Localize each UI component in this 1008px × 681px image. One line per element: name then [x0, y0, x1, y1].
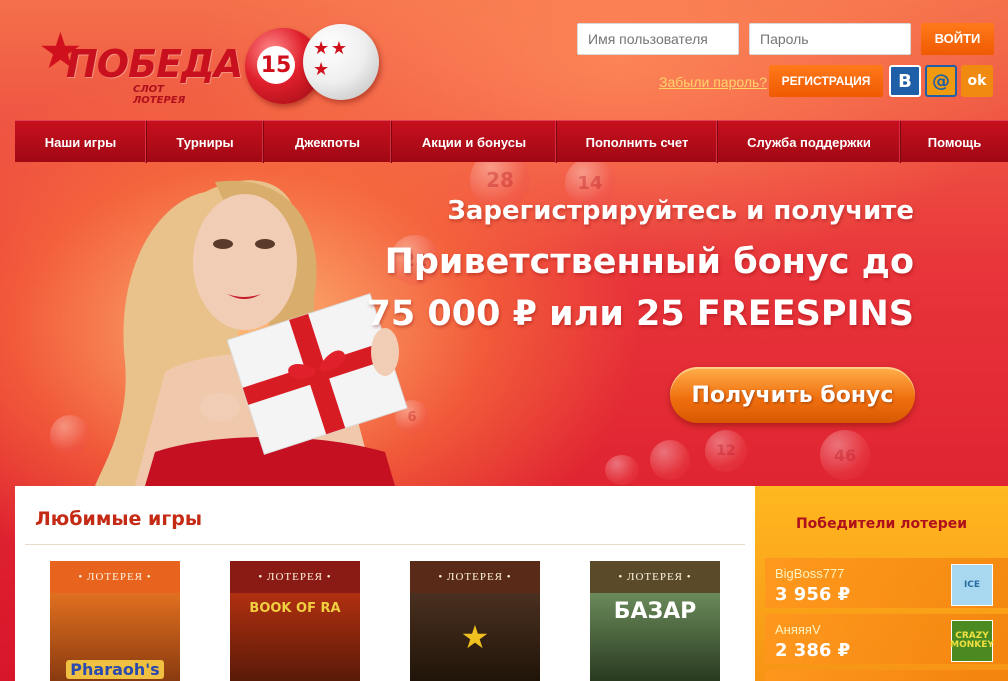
background-ball: 46	[820, 430, 870, 480]
game-thumbnail: Pharaoh's	[50, 593, 180, 681]
game-thumbnail: БАЗАР	[590, 593, 720, 681]
game-name: BOOK OF RA	[249, 601, 341, 616]
divider	[25, 544, 745, 545]
game-card[interactable]: • Лотерея • БАЗАР	[590, 561, 720, 681]
game-card[interactable]: • Лотерея • Pharaoh's	[50, 561, 180, 681]
lottery-winners-panel: Победители лотереи BigBoss777 3 956 ₽ IC…	[755, 486, 1008, 681]
main-nav: Наши игры Турниры Джекпоты Акции и бонус…	[15, 120, 1008, 163]
background-ball: 12	[705, 430, 747, 472]
game-card[interactable]: • Лотерея • ★	[410, 561, 540, 681]
winner-amount: 3 956 ₽	[775, 584, 851, 605]
hero-title-line1: Приветственный бонус до	[384, 242, 914, 282]
game-tag: • Лотерея •	[590, 561, 720, 593]
winner-name: АняяяV	[775, 622, 821, 637]
winner-row[interactable]	[765, 670, 1008, 681]
game-name: Pharaoh's	[66, 660, 164, 679]
background-ball	[650, 440, 690, 480]
login-button[interactable]: Войти	[921, 23, 994, 55]
background-ball	[50, 415, 90, 455]
nav-item-deposit[interactable]: Пополнить счет	[557, 121, 718, 163]
logo-text: ПОБЕДА	[66, 42, 243, 86]
background-ball	[605, 455, 639, 485]
winner-amount: 2 386 ₽	[775, 640, 851, 661]
site-logo[interactable]: ★ ПОБЕДА Слот лотерея	[38, 24, 243, 106]
hero-subtitle: Зарегистрируйтесь и получите	[447, 196, 914, 226]
winner-game-thumbnail[interactable]: ICE	[951, 564, 993, 606]
register-button[interactable]: Регистрация	[769, 65, 883, 97]
game-tag: • Лотерея •	[230, 561, 360, 593]
username-input[interactable]	[577, 23, 739, 55]
password-input[interactable]	[749, 23, 911, 55]
nav-item-jackpots[interactable]: Джекпоты	[264, 121, 392, 163]
logo-subtitle: Слот лотерея	[133, 84, 186, 106]
odnoklassniki-icon[interactable]: ok	[961, 65, 993, 97]
nav-item-tournaments[interactable]: Турниры	[147, 121, 264, 163]
star-icon: ★	[460, 618, 490, 656]
hero-title-line2: 75 000 ₽ или 25 FREESPINS	[366, 294, 915, 334]
get-bonus-button[interactable]: Получить бонус	[670, 367, 915, 423]
winner-row[interactable]: BigBoss777 3 956 ₽ ICE	[765, 558, 1008, 608]
game-tag: • Лотерея •	[410, 561, 540, 593]
stars-icon: ★ ★ ★	[313, 38, 347, 80]
mailru-icon[interactable]: @	[925, 65, 957, 97]
ball-number: 15	[257, 46, 295, 84]
game-tag: • Лотерея •	[50, 561, 180, 593]
winner-name: BigBoss777	[775, 566, 845, 581]
nav-item-promotions[interactable]: Акции и бонусы	[392, 121, 557, 163]
vk-icon[interactable]: В	[889, 65, 921, 97]
game-name: БАЗАР	[613, 599, 697, 624]
favorite-games-panel: Любимые игры • Лотерея • Pharaoh's • Лот…	[15, 486, 755, 681]
winner-row[interactable]: АняяяV 2 386 ₽ CRAZY MONKEY	[765, 614, 1008, 664]
favorite-games-title: Любимые игры	[35, 508, 203, 530]
nav-item-help[interactable]: Помощь	[901, 121, 1008, 163]
nav-item-support[interactable]: Служба поддержки	[718, 121, 901, 163]
game-card[interactable]: • Лотерея • BOOK OF RA	[230, 561, 360, 681]
lottery-balls-logo: 15 ★ ★ ★	[245, 24, 385, 104]
forgot-password-link[interactable]: Забыли пароль?	[659, 74, 767, 90]
winners-title: Победители лотереи	[795, 516, 968, 532]
nav-item-our-games[interactable]: Наши игры	[15, 121, 147, 163]
winner-game-thumbnail[interactable]: CRAZY MONKEY	[950, 620, 994, 662]
white-ball-icon: ★ ★ ★	[303, 24, 379, 100]
game-thumbnail: ★	[410, 593, 540, 681]
game-thumbnail: BOOK OF RA	[230, 593, 360, 681]
